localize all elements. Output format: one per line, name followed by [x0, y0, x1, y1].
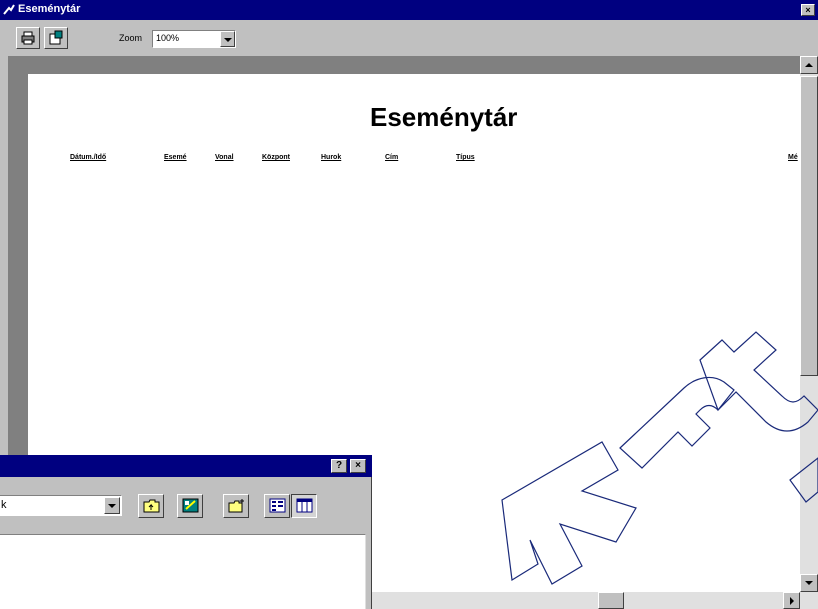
- look-in-value: k: [1, 499, 7, 511]
- column-header-type: Típus: [456, 154, 475, 161]
- look-in-dropdown-button[interactable]: [104, 497, 120, 514]
- scroll-down-button[interactable]: [800, 574, 818, 592]
- column-header-loop: Hurok: [321, 154, 342, 161]
- column-header-center: Központ: [262, 154, 290, 161]
- window-close-button[interactable]: ×: [801, 4, 815, 16]
- preview-toolbar: Zoom 100%: [0, 20, 818, 54]
- desktop-button[interactable]: [177, 494, 203, 518]
- export-icon: [49, 30, 63, 45]
- up-one-level-button[interactable]: [138, 494, 164, 518]
- horizontal-scrollbar[interactable]: [372, 592, 800, 609]
- column-header-address: Cím: [385, 154, 399, 161]
- scroll-right-button[interactable]: [783, 592, 800, 609]
- desktop-icon: [182, 498, 199, 513]
- up-folder-icon: [143, 499, 160, 513]
- zoom-select[interactable]: 100%: [152, 30, 236, 48]
- list-view-icon: [269, 498, 286, 513]
- scroll-up-button[interactable]: [800, 56, 818, 74]
- details-view-button[interactable]: [291, 494, 317, 518]
- zoom-value: 100%: [156, 33, 180, 43]
- list-view-button[interactable]: [264, 494, 290, 518]
- column-header-truncated: Mé: [788, 154, 798, 161]
- dialog-close-button[interactable]: ×: [350, 459, 366, 473]
- app-icon: [3, 4, 15, 15]
- horizontal-scroll-thumb[interactable]: [598, 592, 624, 609]
- vertical-scrollbar[interactable]: [800, 56, 818, 609]
- print-icon: [21, 31, 35, 45]
- column-header-event: Esemé: [164, 154, 187, 161]
- window-titlebar[interactable]: Eseménytár ×: [0, 0, 818, 20]
- new-folder-button[interactable]: [223, 494, 249, 518]
- column-header-line: Vonal: [215, 154, 234, 161]
- look-in-combobox[interactable]: k: [0, 495, 122, 516]
- preview-top-margin: [8, 56, 800, 74]
- file-dialog: ? × k: [0, 455, 372, 609]
- dialog-titlebar[interactable]: ? ×: [0, 455, 372, 477]
- new-folder-icon: [228, 499, 244, 513]
- zoom-dropdown-button[interactable]: [220, 31, 235, 47]
- file-list[interactable]: [0, 534, 366, 609]
- column-header-datetime: Dátum./Idő: [70, 154, 107, 161]
- vertical-scroll-thumb[interactable]: [800, 76, 818, 376]
- report-title: Eseménytár: [370, 102, 518, 132]
- print-button[interactable]: [16, 27, 40, 49]
- zoom-label: Zoom: [119, 33, 143, 43]
- export-button[interactable]: [44, 27, 68, 49]
- dialog-help-button[interactable]: ?: [331, 459, 347, 473]
- details-view-icon: [296, 498, 313, 513]
- window-title: Eseménytár: [18, 3, 81, 15]
